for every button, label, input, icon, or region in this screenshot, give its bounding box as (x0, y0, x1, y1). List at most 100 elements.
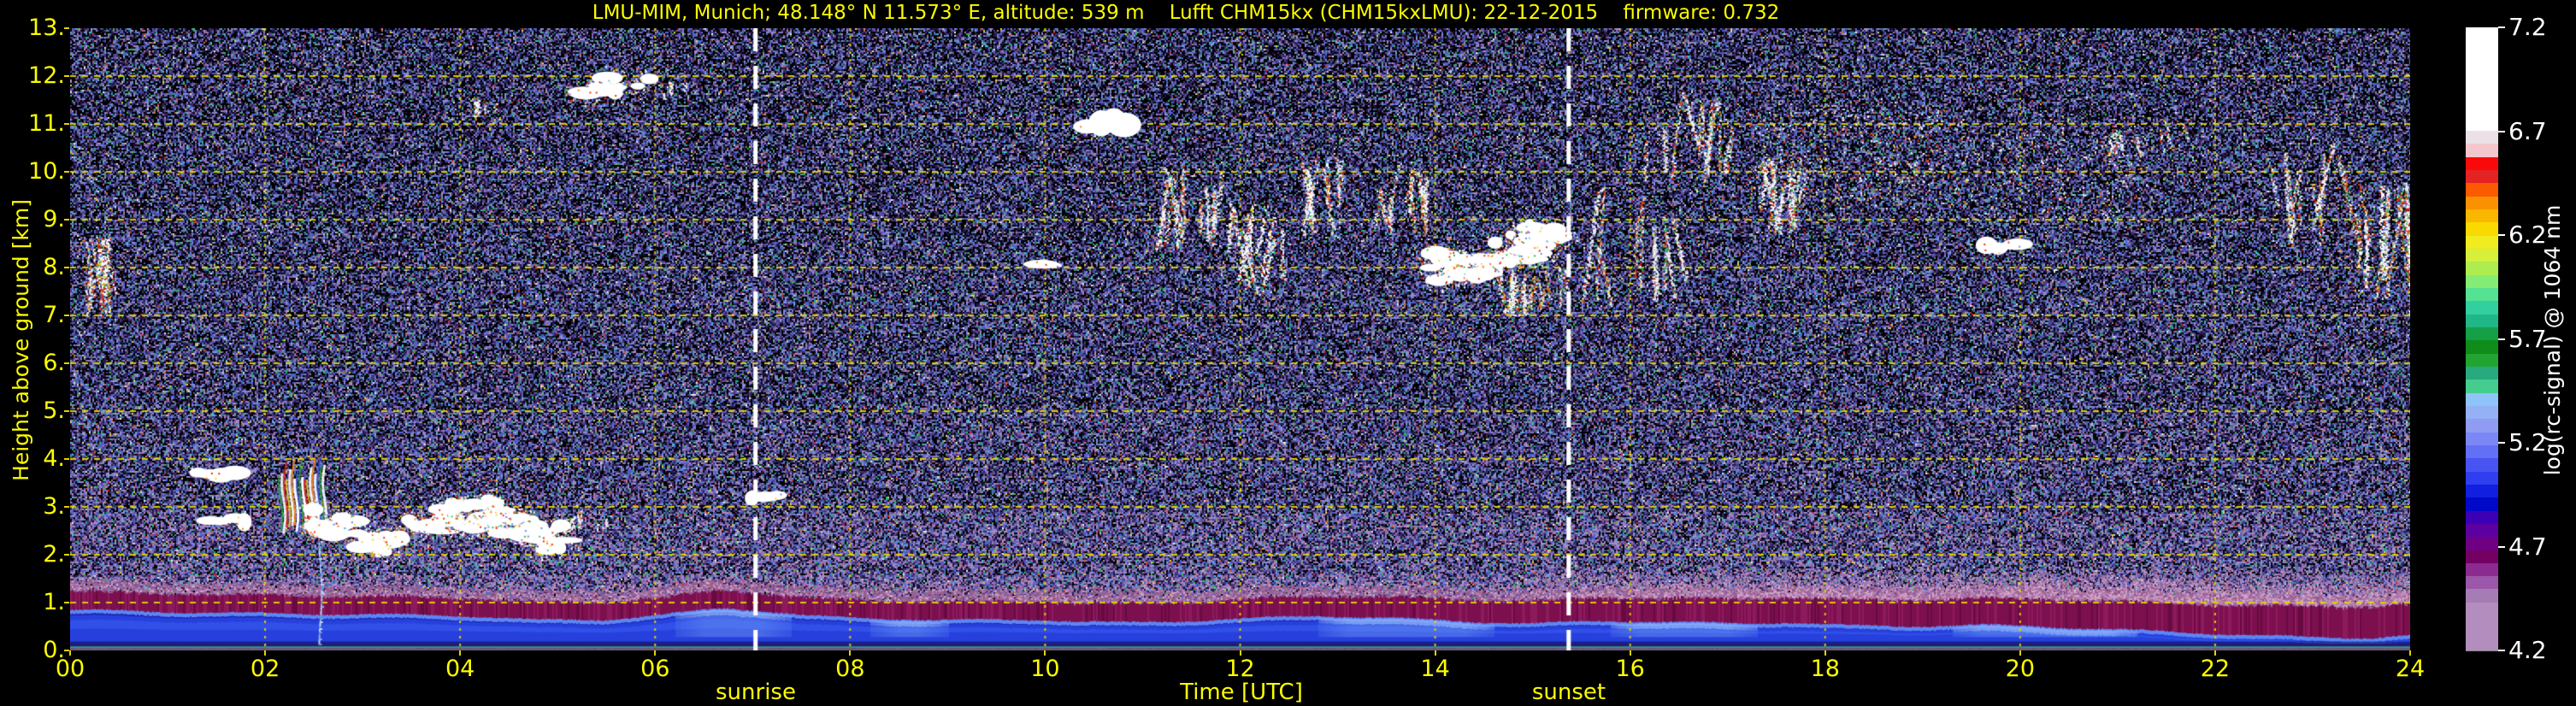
y-tick-label: 8. (43, 254, 65, 280)
y-tick-label: 9. (43, 206, 65, 232)
y-tick-label: 2. (43, 541, 65, 568)
x-tick-label: 08 (835, 656, 865, 682)
x-tick-mark (1629, 650, 1631, 656)
x-tick-label: 22 (2200, 656, 2231, 682)
x-tick-label: 14 (1420, 656, 1450, 682)
x-tick-mark (1044, 650, 1046, 656)
colorbar-band (2466, 444, 2498, 459)
colorbar-tick-label: 5.2 (2508, 428, 2547, 456)
colorbar-band (2466, 379, 2498, 393)
colorbar-band (2466, 589, 2498, 603)
colorbar-band (2466, 27, 2498, 131)
colorbar-tick-mark (2498, 234, 2505, 236)
colorbar-band (2466, 550, 2498, 563)
colorbar-band (2466, 340, 2498, 354)
y-tick-label: 12. (28, 62, 65, 89)
y-tick-mark (64, 75, 69, 77)
x-tick-mark (1239, 650, 1241, 656)
colorbar-band (2466, 497, 2498, 511)
y-tick-mark (64, 602, 69, 603)
colorbar-band (2466, 432, 2498, 445)
colorbar-band (2466, 209, 2498, 223)
y-tick-label: 6. (43, 350, 65, 376)
y-tick-label: 5. (43, 397, 65, 424)
colorbar-band (2466, 156, 2498, 170)
y-tick-mark (64, 219, 69, 221)
colorbar-band (2466, 366, 2498, 380)
y-tick-mark (64, 506, 69, 508)
y-tick-mark (64, 458, 69, 460)
x-tick-mark (2409, 650, 2411, 656)
colorbar-band (2466, 471, 2498, 485)
colorbar-band (2466, 196, 2498, 209)
colorbar-tick-label: 4.7 (2508, 532, 2547, 561)
y-tick-mark (64, 362, 69, 364)
colorbar-band (2466, 235, 2498, 249)
colorbar (2466, 27, 2498, 651)
y-tick-mark (64, 410, 69, 412)
x-tick-label: 16 (1615, 656, 1645, 682)
colorbar-band (2466, 576, 2498, 590)
y-tick-label: 3. (43, 493, 65, 520)
colorbar-band (2466, 392, 2498, 406)
colorbar-band (2466, 510, 2498, 524)
x-tick-label: 00 (55, 656, 85, 682)
x-tick-label: 12 (1225, 656, 1255, 682)
sunrise-label: sunrise (716, 680, 796, 705)
colorbar-tick-label: 7.2 (2508, 13, 2547, 41)
colorbar-tick-mark (2498, 130, 2505, 132)
x-tick-label: 18 (1810, 656, 1840, 682)
y-tick-label: 13. (28, 15, 65, 41)
x-tick-label: 10 (1030, 656, 1060, 682)
colorbar-tick-label: 4.2 (2508, 636, 2547, 664)
x-tick-mark (2019, 650, 2021, 656)
colorbar-band (2466, 523, 2498, 538)
colorbar-tick-mark (2498, 650, 2505, 651)
ceilometer-quicklook: LMU-MIM, Munich; 48.148° N 11.573° E, al… (0, 0, 2576, 706)
x-tick-label: 24 (2395, 656, 2426, 682)
colorbar-band (2466, 562, 2498, 577)
heatmap-canvas (70, 28, 2410, 650)
colorbar-tick-mark (2498, 442, 2505, 444)
colorbar-tick-label: 6.2 (2508, 221, 2547, 249)
colorbar-tick-mark (2498, 338, 2505, 340)
colorbar-band (2466, 419, 2498, 432)
x-tick-label: 20 (2005, 656, 2035, 682)
y-tick-mark (64, 554, 69, 556)
colorbar-tick-label: 5.7 (2508, 324, 2547, 353)
y-tick-mark (64, 123, 69, 125)
x-tick-mark (1434, 650, 1436, 656)
colorbar-band (2466, 262, 2498, 275)
x-tick-mark (654, 650, 657, 656)
y-tick-mark (64, 171, 69, 173)
x-tick-mark (849, 650, 852, 656)
sunset-label: sunset (1531, 680, 1606, 705)
x-tick-mark (459, 650, 462, 656)
colorbar-band (2466, 144, 2498, 157)
colorbar-band (2466, 301, 2498, 315)
x-tick-label: 04 (445, 656, 475, 682)
x-axis-label: Time [UTC] (1180, 680, 1303, 705)
colorbar-band (2466, 405, 2498, 420)
colorbar-band (2466, 484, 2498, 498)
colorbar-tick-label: 6.7 (2508, 116, 2547, 145)
colorbar-tick-mark (2498, 545, 2505, 548)
y-tick-label: 10. (28, 158, 65, 185)
x-tick-mark (2213, 650, 2216, 656)
x-tick-label: 06 (640, 656, 670, 682)
x-tick-mark (264, 650, 267, 656)
colorbar-band (2466, 458, 2498, 472)
colorbar-band (2466, 131, 2498, 144)
colorbar-band (2466, 169, 2498, 184)
colorbar-band (2466, 183, 2498, 197)
colorbar-band (2466, 248, 2498, 262)
y-tick-mark (64, 27, 69, 29)
colorbar-band (2466, 314, 2498, 327)
y-tick-label: 1. (43, 589, 65, 615)
y-tick-label: 4. (43, 445, 65, 472)
colorbar-band (2466, 602, 2498, 650)
x-tick-mark (1824, 650, 1826, 656)
y-tick-label: 7. (43, 302, 65, 328)
colorbar-band (2466, 353, 2498, 367)
y-tick-mark (64, 315, 69, 316)
